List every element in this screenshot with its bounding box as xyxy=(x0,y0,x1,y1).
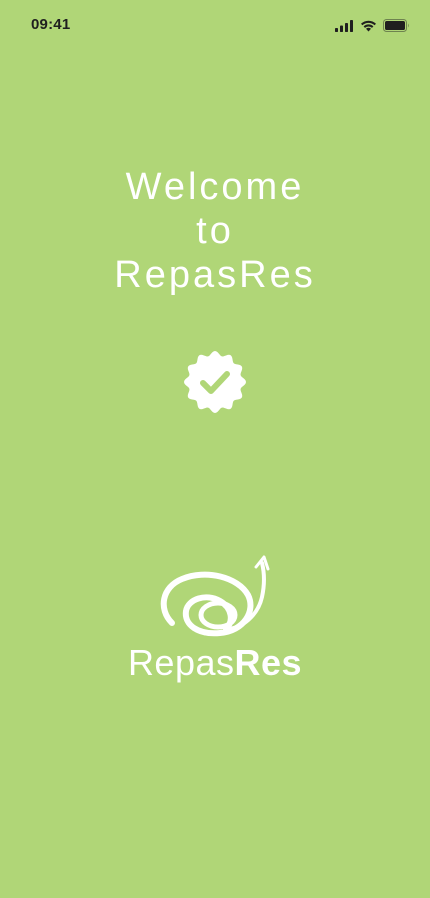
cellular-signal-icon xyxy=(335,19,354,32)
welcome-line-3: RepasRes xyxy=(114,254,316,296)
status-icons xyxy=(335,19,410,32)
welcome-line-2: to xyxy=(196,210,234,252)
status-time: 09:41 xyxy=(31,16,71,33)
check-badge-icon xyxy=(184,351,246,413)
wifi-icon xyxy=(360,20,377,32)
logo-wordmark: RepasRes xyxy=(120,643,310,683)
welcome-heading: Welcome to RepasRes xyxy=(0,165,430,297)
status-bar: 09:41 xyxy=(0,0,430,52)
repasres-logo-mark xyxy=(158,555,273,640)
app-logo: RepasRes xyxy=(120,555,310,690)
logo-text-bold: Res xyxy=(234,642,303,683)
welcome-line-1: Welcome xyxy=(125,166,305,208)
logo-text-light: Repas xyxy=(127,642,235,683)
battery-icon xyxy=(383,19,410,32)
